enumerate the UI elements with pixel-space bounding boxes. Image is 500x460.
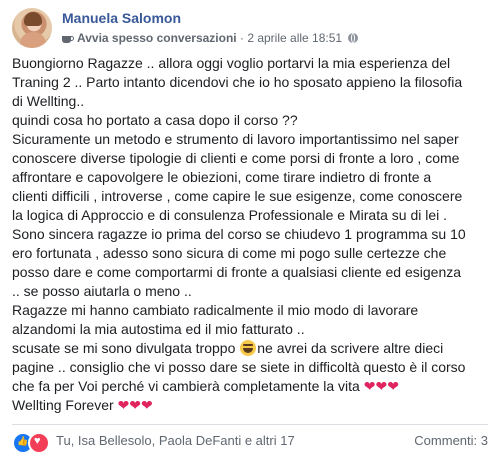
reactions-bar: Tu, Isa Bellesolo, Paola DeFanti e altri… (12, 430, 488, 454)
signoff-text: Wellting Forever (12, 397, 118, 413)
post-line: .. se posso aiutarla o meno .. (12, 283, 192, 299)
meta-separator: · (239, 31, 244, 45)
post-line: clienti difficili , introverse , come ca… (12, 188, 463, 204)
avatar-body (20, 32, 46, 48)
avatar-hair (24, 12, 42, 26)
post-timestamp[interactable]: 2 aprile alle 18:51 (247, 31, 342, 45)
post-text: Buongiorno Ragazze .. allora oggi voglio… (12, 54, 492, 415)
post-line: conoscere diverse tipologie di clienti e… (12, 150, 460, 166)
post-line: Traning 2 .. Parto intanto dicendovi che… (12, 74, 463, 90)
divider (12, 424, 488, 425)
post-line: ero fortunata , adesso sono sicura di co… (12, 245, 447, 261)
post-line: la logica di Approccio e di consulenza P… (12, 207, 448, 223)
post-line: posso dare e come comportarmi di fronte … (12, 264, 462, 280)
post-line-final: che fa per Voi perché vi cambierà comple… (12, 377, 492, 396)
post-line: quindi cosa ho portato a casa dopo il co… (12, 112, 298, 128)
globe-icon (348, 33, 359, 43)
facebook-post: Manuela Salomon Avvia spesso conversazio… (0, 0, 500, 460)
apology-text-end: ne avrei da scrivere altre dieci (257, 340, 444, 356)
post-line: alzandomi la mia autostima ed il mio fat… (12, 321, 305, 337)
author-name[interactable]: Manuela Salomon (62, 10, 181, 26)
post-header: Manuela Salomon Avvia spesso conversazio… (12, 6, 488, 50)
hearts-emoji: ❤❤❤ (363, 378, 399, 394)
post-line: Sono sincera ragazze io prima del corso … (12, 226, 466, 242)
post-line-advice: pagine .. consiglio che vi posso dare se… (12, 359, 466, 375)
final-text: che fa per Voi perché vi cambierà comple… (12, 378, 364, 394)
post-line: Ragazze mi hanno cambiato radicalmente i… (12, 302, 419, 318)
avatar[interactable] (12, 8, 52, 48)
post-meta: Avvia spesso conversazioni · 2 aprile al… (62, 31, 359, 45)
post-line-signoff: Wellting Forever ❤❤❤ (12, 396, 492, 415)
reactors-list[interactable]: Tu, Isa Bellesolo, Paola DeFanti e altri… (56, 433, 295, 448)
laughing-emoji-icon (240, 340, 257, 356)
apology-text-start: scusate se mi sono divulgata troppo (12, 340, 240, 356)
comments-count[interactable]: Commenti: 3 (414, 433, 488, 448)
post-line: affrontare e capovolgere le obiezioni, c… (12, 169, 432, 185)
post-line: Buongiorno Ragazze .. allora oggi voglio… (12, 55, 451, 71)
post-line: Sicuramente un metodo e strumento di lav… (12, 131, 459, 147)
conversation-badge[interactable]: Avvia spesso conversazioni (77, 31, 237, 45)
hearts-emoji: ❤❤❤ (117, 397, 153, 413)
coffee-cup-icon (62, 33, 74, 43)
love-icon[interactable] (28, 432, 50, 454)
post-line-apology: scusate se mi sono divulgata troppo ne a… (12, 339, 492, 358)
post-line: di Wellting.. (12, 93, 85, 109)
